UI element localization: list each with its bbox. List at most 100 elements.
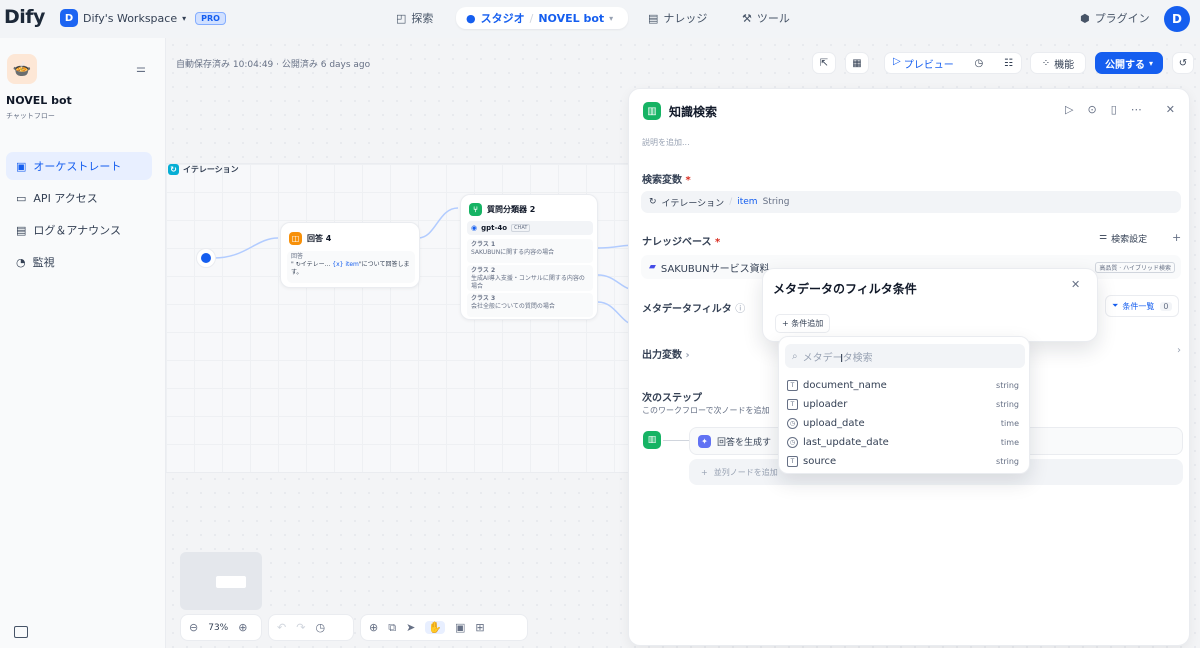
features-label: 機能 [1054,59,1075,71]
sidebar-item-orchestrate[interactable]: ▣ オーケストレート [6,152,152,180]
sliders-icon[interactable]: ⚌ [136,62,146,75]
query-var-label-text: 検索変数 [642,175,682,186]
collapse-icon[interactable]: › [1177,345,1181,356]
sidebar-item-label: ログ＆アナウンス [33,224,121,237]
metadata-name: uploader [803,398,848,410]
openai-icon: ◉ [471,224,478,232]
nav-tools[interactable]: ⚒ ツール [742,7,790,29]
user-avatar[interactable]: D [1164,6,1190,32]
history-run-icon[interactable]: ◷ [975,58,984,69]
retrieval-settings-button[interactable]: ⚌ 検索設定 [1099,232,1147,245]
export-icon[interactable]: ▣ [455,621,465,634]
add-node-icon[interactable]: ⊕ [369,621,378,634]
zoom-level[interactable]: 73% [208,623,228,633]
logo-text: Dify [4,6,45,28]
model-tag: CHAT [511,224,531,232]
chevron-down-icon: ▾ [1148,58,1153,68]
docs-icon[interactable]: ▯ [1111,103,1117,116]
retrieval-settings-label: 検索設定 [1111,235,1148,245]
nav-tools-label: ツール [756,12,790,25]
compass-icon: ◰ [396,11,407,25]
sidebar-item-label: 監視 [32,256,55,269]
query-var-name: item [737,197,758,207]
publish-label: 公開する [1104,59,1145,71]
history-icon[interactable]: ◷ [315,621,325,634]
answer-label: 回答 [291,253,304,260]
close-icon[interactable]: ✕ [1071,278,1080,291]
zoom-in-icon[interactable]: ⊕ [238,621,247,634]
pointer-icon[interactable]: ➤ [406,621,415,634]
query-var-field[interactable]: ↻ イテレーション / item String [641,191,1181,213]
file-icon: ▤ [16,223,27,237]
layout-icon[interactable]: ⊞ [475,621,484,634]
filter-popover-title: メタデータのフィルタ条件 [773,282,917,296]
iteration-icon: ↻ [649,197,657,207]
chevron-right-icon[interactable]: › [685,350,689,361]
text-cursor-icon: I [840,352,844,365]
metadata-type: time [1000,437,1019,447]
answer-icon: ◫ [289,232,302,245]
hand-icon[interactable]: ✋ [425,621,445,634]
preview-button[interactable]: ▷ プレビュー [893,56,954,71]
text-type-icon: T [787,398,798,410]
nav-knowledge[interactable]: ▤ ナレッジ [648,7,707,29]
query-var-type: String [762,197,790,207]
kb-name: SAKUBUNサービス資料 [660,263,770,275]
note-icon[interactable]: ⧉ [388,621,396,635]
add-knowledge-icon[interactable]: + [1172,231,1181,244]
conditions-count: 0 [1160,301,1172,311]
metadata-option[interactable]: T document_name string [787,376,1023,394]
sidebar-item-api[interactable]: ▭ API アクセス [6,184,152,212]
zoom-out-icon[interactable]: ⊖ [189,621,198,634]
close-icon[interactable]: ✕ [1166,103,1175,116]
env-button[interactable]: ⇱ [812,52,836,74]
workspace-switcher[interactable]: D Dify's Workspace ▾ PRO [60,9,226,27]
variables-button[interactable]: ▦ [845,52,869,74]
history-controls: ↶ ↷ ◷ [268,614,354,641]
dify-logo[interactable]: Dify [4,6,45,28]
canvas-tools: ⊕ ⧉ ➤ ✋ ▣ ⊞ [360,614,528,641]
redo-icon[interactable]: ↷ [296,621,305,634]
plan-badge: PRO [195,11,226,25]
metadata-option[interactable]: T source string [787,452,1023,470]
collapse-sidebar-icon[interactable] [14,626,28,638]
answer-node[interactable]: ◫ 回答 4 回答 " ↻イテレー... {x} item"について回答します。 [280,222,420,288]
undo-icon[interactable]: ↶ [277,621,286,634]
metadata-dropdown: ⌕ メタデータ検索 T document_name string T uploa… [778,336,1030,474]
minimap[interactable] [180,552,262,610]
output-var-label: 出力変数 › [642,346,690,361]
query-var-label: 検索変数 * [642,175,691,186]
question-classifier-node[interactable]: ⑂ 質問分類器 2 ◉ gpt-4o CHAT クラス 1 SAKUBUNに関す… [460,194,598,320]
classifier-header: ⑂ 質問分類器 2 [469,203,535,216]
nav-explore[interactable]: ◰ 探索 [396,7,433,29]
class-desc: 会社全般についての質問の場合 [471,303,555,310]
history-icon: ↺ [1178,57,1188,69]
metadata-option[interactable]: ◷ last_update_date time [787,433,1023,451]
metadata-search-input[interactable]: ⌕ メタデータ検索 [785,344,1025,368]
panel-title[interactable]: 知識検索 [669,103,717,120]
metadata-option[interactable]: ◷ upload_date time [787,414,1023,432]
answer-prefix: " [291,261,294,268]
metadata-option[interactable]: T uploader string [787,395,1023,413]
sidebar-item-logs[interactable]: ▤ ログ＆アナウンス [6,216,152,244]
publish-button[interactable]: 公開する ▾ [1095,52,1163,74]
nav-studio[interactable]: ● スタジオ / NOVEL bot ▾ [456,7,628,29]
workspace-name: Dify's Workspace [83,11,178,25]
conditions-list-button[interactable]: ⏷ 条件一覧 0 [1105,295,1179,317]
features-button[interactable]: ⁘ 機能 [1030,52,1086,74]
metadata-name: document_name [803,379,887,391]
plugins-button[interactable]: ⬢ プラグイン [1080,7,1150,29]
nav-studio-label: スタジオ [480,12,525,25]
iteration-start-node[interactable] [196,248,216,268]
help-icon[interactable]: ⊙ [1087,103,1096,116]
classifier-icon: ⑂ [469,203,482,216]
description-input[interactable]: 説明を追加... [642,137,690,148]
run-icon[interactable]: ▷ [1065,103,1073,116]
add-condition-button[interactable]: + 条件追加 [775,314,831,333]
nav-app-selector[interactable]: NOVEL bot [538,12,604,25]
more-icon[interactable]: ⋯ [1131,103,1142,116]
checklist-icon[interactable]: ☷ [1004,58,1013,69]
share-icon: ⇱ [819,57,829,69]
version-history-button[interactable]: ↺ [1172,52,1194,74]
sidebar-item-monitor[interactable]: ◔ 監視 [6,248,152,276]
